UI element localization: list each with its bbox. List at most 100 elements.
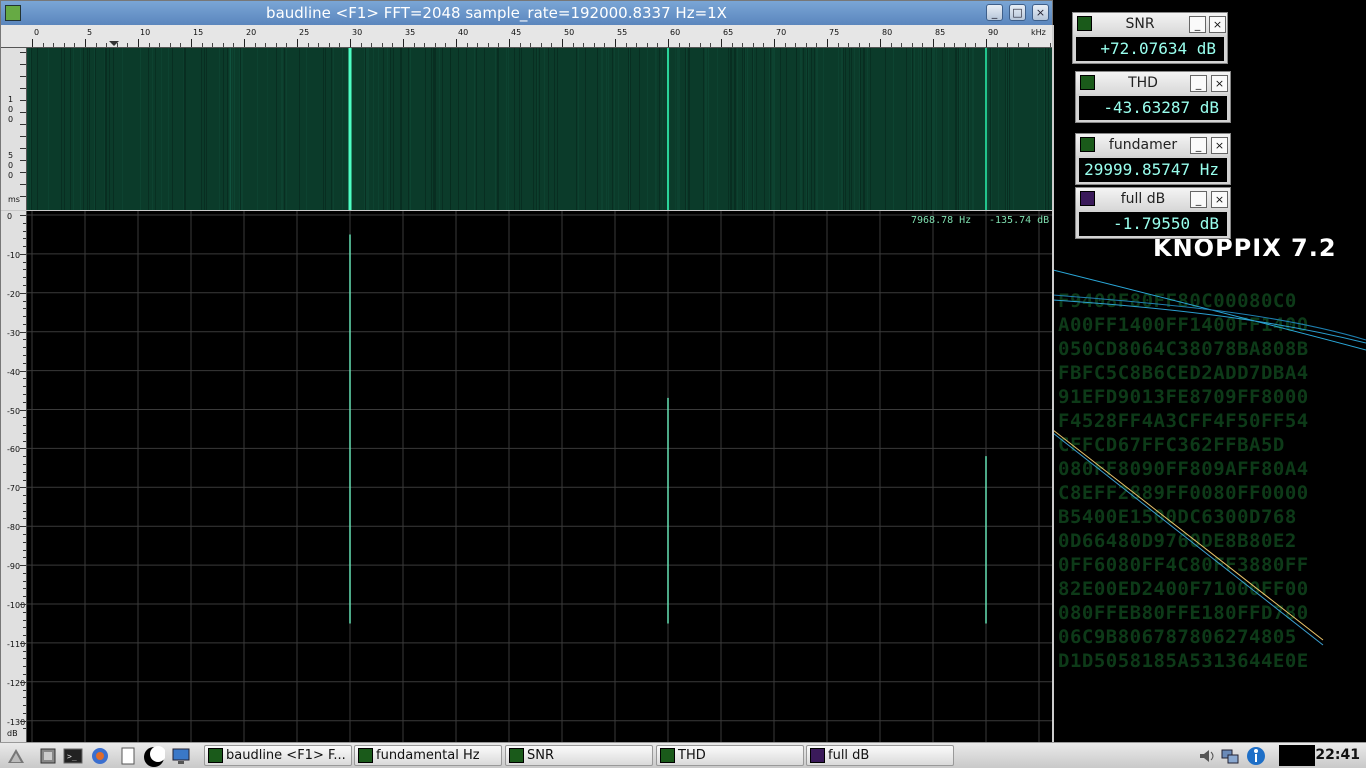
waterfall-scale-label: 0	[8, 161, 14, 170]
waterfall-noise-column	[806, 48, 807, 210]
waterfall-noise-column	[576, 48, 577, 210]
ruler-minor-tick	[689, 43, 691, 47]
full-db-meter-window[interactable]: full dB _ × -1.79550 dB	[1075, 187, 1231, 239]
waterfall-noise-column	[647, 48, 648, 210]
thd-meter-window[interactable]: THD _ × -43.63287 dB	[1075, 71, 1231, 123]
waterfall-noise-column	[219, 48, 220, 210]
db-scale-label: -20	[7, 289, 21, 299]
frequency-ruler[interactable]: 0 5 10 15 20 25 30 35 40 45 50 55 60 65 70 75 80 85 90 kHz	[1, 25, 1052, 48]
waterfall-noise-column	[282, 48, 283, 210]
task-fundamental-label: fundamental Hz	[376, 748, 480, 763]
waterfall-noise-column	[204, 48, 205, 210]
waterfall-noise-column	[669, 48, 670, 210]
waterfall-noise-column	[140, 48, 141, 210]
ruler-tick-label: 5	[87, 28, 93, 37]
start-menu-icon[interactable]	[6, 746, 26, 766]
snr-meter-titlebar[interactable]: SNR _ ×	[1073, 13, 1227, 35]
terminal-icon[interactable]: >_	[63, 746, 83, 766]
monitor-icon[interactable]	[171, 746, 191, 766]
task-fundamental-hz[interactable]: fundamental Hz	[354, 745, 502, 766]
waterfall-noise-column	[845, 48, 846, 210]
browser-icon[interactable]	[90, 746, 110, 766]
waterfall-noise-column	[772, 48, 773, 210]
thd-meter-titlebar[interactable]: THD _ ×	[1076, 72, 1230, 94]
db-scale: 0 -10 -20 -30 -40 -50 -60 -70 -80 -90 -100 -110 -120…	[1, 211, 27, 742]
file-manager-icon[interactable]	[38, 746, 58, 766]
system-tray-monitor[interactable]	[1279, 745, 1315, 766]
task-snr[interactable]: SNR	[505, 745, 653, 766]
task-thd[interactable]: THD	[656, 745, 804, 766]
close-button[interactable]: ×	[1032, 4, 1049, 21]
waterfall-noise-column	[184, 48, 185, 210]
ruler-minor-tick	[307, 43, 309, 47]
waterfall-spectrogram[interactable]	[27, 48, 1052, 210]
close-button[interactable]: ×	[1211, 191, 1228, 208]
waterfall-noise-column	[497, 48, 498, 210]
baudline-task-icon	[208, 748, 223, 763]
waterfall-noise-column	[807, 48, 808, 210]
waterfall-noise-column	[849, 48, 850, 210]
ruler-tick	[933, 39, 934, 47]
moon-icon[interactable]	[143, 746, 166, 767]
waterfall-noise-column	[89, 48, 90, 210]
waterfall-noise-column	[932, 48, 933, 210]
meter-task-icon	[509, 748, 524, 763]
ruler-minor-tick	[265, 43, 267, 47]
ruler-minor-tick	[328, 43, 330, 47]
ruler-tick	[350, 39, 351, 47]
db-scale-label: -100	[7, 601, 26, 610]
ruler-minor-tick	[943, 43, 945, 47]
minimize-button[interactable]: _	[986, 4, 1003, 21]
ruler-minor-tick	[477, 43, 479, 47]
waterfall-noise-column	[366, 48, 367, 210]
fundamental-meter-titlebar[interactable]: fundamer _ ×	[1076, 134, 1230, 156]
db-scale-tick	[20, 642, 26, 644]
db-scale-tick	[23, 300, 26, 302]
minimize-button[interactable]: _	[1190, 75, 1207, 92]
window-titlebar[interactable]: baudline <F1> FFT=2048 sample_rate=19200…	[1, 1, 1052, 25]
close-button[interactable]: ×	[1211, 137, 1228, 154]
waterfall-noise-column	[678, 48, 679, 210]
ruler-minor-tick	[95, 43, 97, 47]
close-button[interactable]: ×	[1209, 16, 1226, 33]
db-scale-tick	[20, 681, 26, 683]
document-icon[interactable]	[118, 746, 138, 766]
ruler-minor-tick	[127, 43, 129, 47]
db-scale-label: -110	[7, 639, 26, 649]
db-scale-tick	[20, 253, 26, 255]
thd-meter-title: THD	[1128, 75, 1158, 91]
waterfall-noise-column	[105, 48, 106, 210]
waterfall-noise-column	[30, 48, 31, 210]
minimize-button[interactable]: _	[1189, 16, 1206, 33]
waterfall-noise-column	[922, 48, 923, 210]
snr-meter-window[interactable]: SNR _ × +72.07634 dB	[1072, 12, 1228, 64]
network-icon[interactable]	[1220, 746, 1240, 766]
volume-icon[interactable]	[1197, 746, 1217, 766]
ruler-tick-label: 15	[193, 28, 204, 37]
waterfall-noise-column	[770, 48, 771, 210]
ruler-minor-tick	[519, 43, 521, 47]
spectrum-plot[interactable]: 7968.78 Hz -135.74 dB	[27, 211, 1052, 742]
waterfall-scale-tick	[20, 88, 26, 89]
waterfall-noise-column	[557, 48, 558, 210]
task-full-db[interactable]: full dB	[806, 745, 954, 766]
ruler-cursor-marker[interactable]	[109, 41, 119, 46]
waterfall-noise-column	[608, 48, 609, 210]
db-scale-tick	[23, 712, 26, 714]
waterfall-noise-column	[113, 48, 114, 210]
waterfall-noise-column	[859, 48, 860, 210]
baudline-window[interactable]: baudline <F1> FFT=2048 sample_rate=19200…	[0, 0, 1054, 742]
maximize-button[interactable]: □	[1009, 4, 1026, 21]
waterfall-noise-column	[31, 48, 32, 210]
accessibility-icon[interactable]	[1246, 746, 1266, 766]
waterfall-noise-column	[969, 48, 970, 210]
minimize-button[interactable]: _	[1190, 191, 1207, 208]
minimize-button[interactable]: _	[1190, 137, 1207, 154]
waterfall-noise-column	[987, 48, 988, 210]
fundamental-meter-window[interactable]: fundamer _ × 29999.85747 Hz	[1075, 133, 1231, 185]
full-db-meter-titlebar[interactable]: full dB _ ×	[1076, 188, 1230, 210]
waterfall-tone-line	[348, 48, 352, 210]
task-baudline[interactable]: baudline <F1> F...	[204, 745, 352, 766]
task-baudline-label: baudline <F1> F...	[226, 748, 346, 763]
close-button[interactable]: ×	[1211, 75, 1228, 92]
